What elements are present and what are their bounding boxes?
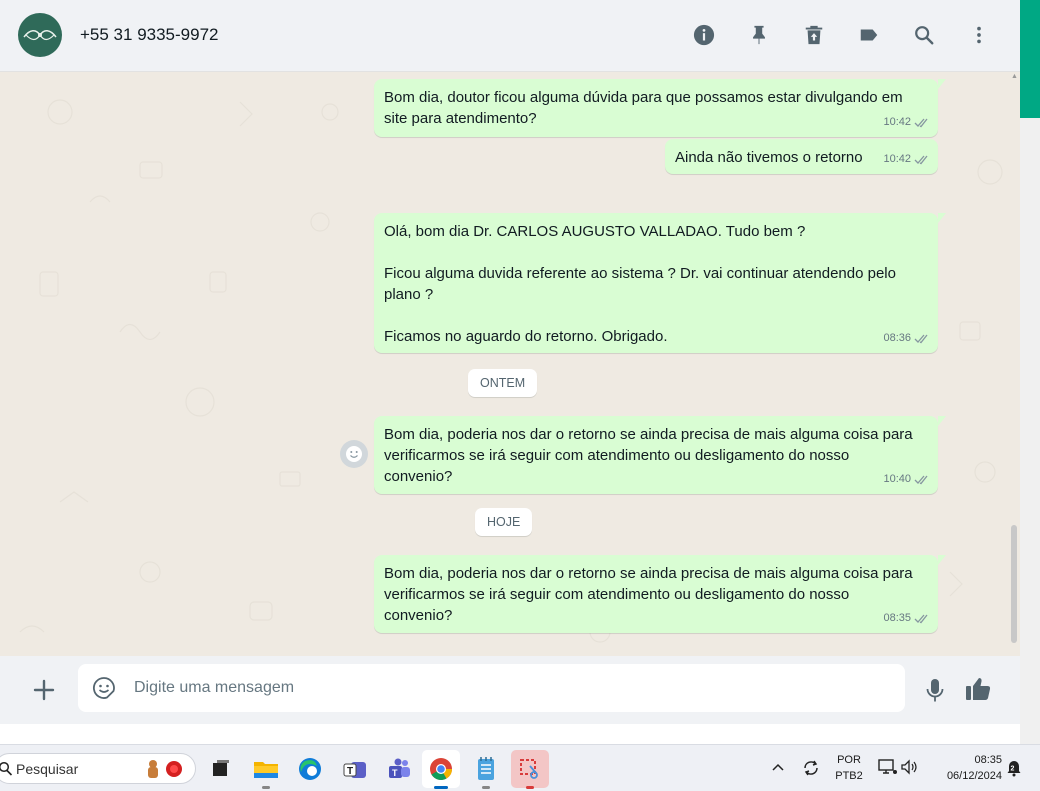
read-ticks-icon [914, 475, 928, 485]
message-text: Olá, bom dia Dr. CARLOS AUGUSTO VALLADAO… [384, 223, 896, 345]
network-icon[interactable] [878, 758, 898, 781]
message-time: 08:35 [883, 612, 911, 624]
menu-icon[interactable] [966, 22, 992, 48]
sync-icon[interactable] [800, 757, 822, 784]
message-text: Bom dia, doutor ficou alguma dúvida para… [384, 89, 903, 127]
search-icon [0, 761, 13, 776]
info-icon[interactable] [691, 22, 717, 48]
clock-time[interactable]: 08:35 [930, 754, 1002, 766]
pin-icon[interactable] [746, 22, 772, 48]
search-label: Pesquisar [16, 761, 79, 777]
read-ticks-icon [914, 614, 928, 624]
message-meta: 08:35 [883, 608, 930, 629]
chevron-up-icon[interactable] [770, 759, 786, 780]
bubble-tail [938, 213, 946, 223]
message-text: Bom dia, poderia nos dar o retorno se ai… [384, 565, 913, 624]
file-explorer-icon[interactable] [247, 750, 285, 789]
clock-date[interactable]: 06/12/2024 [930, 770, 1002, 782]
snipping-tool-icon[interactable] [511, 750, 549, 789]
page-scrollbar-thumb[interactable] [1020, 0, 1040, 118]
volume-icon[interactable] [900, 759, 918, 780]
message-meta: 10:40 [883, 469, 930, 490]
read-ticks-icon [914, 334, 928, 344]
contact-name[interactable]: +55 31 9335-9972 [80, 25, 219, 45]
read-ticks-icon [914, 155, 928, 165]
message-input-box[interactable] [78, 664, 905, 712]
windows-taskbar: Pesquisar T T POR PTB2 08:35 06/12/2024 … [0, 744, 1040, 791]
svg-text:T: T [392, 768, 398, 778]
search-icon[interactable] [911, 22, 937, 48]
read-ticks-icon [914, 118, 928, 128]
message-meta: 10:42 [883, 112, 930, 133]
message-time: 10:42 [883, 153, 911, 165]
bubble-tail [938, 555, 946, 565]
language-indicator-top[interactable]: POR [830, 754, 868, 766]
message-bubble-outgoing[interactable]: Bom dia, poderia nos dar o retorno se ai… [374, 416, 946, 494]
plus-icon [33, 679, 55, 701]
message-list[interactable]: Bom dia, doutor ficou alguma dúvida para… [0, 72, 1020, 656]
chrome-icon[interactable] [422, 750, 460, 789]
message-meta: 08:36 [883, 328, 930, 349]
chat-header: +55 31 9335-9972 [0, 0, 1020, 72]
teams-work-icon[interactable]: T [336, 750, 374, 788]
delete-icon[interactable] [801, 22, 827, 48]
bubble-tail [938, 416, 946, 426]
running-indicator [482, 786, 490, 789]
sticker-icon[interactable] [92, 676, 116, 700]
language-indicator-bottom[interactable]: PTB2 [830, 770, 868, 782]
message-bubble-outgoing[interactable]: Bom dia, poderia nos dar o retorno se ai… [374, 555, 946, 633]
message-input[interactable] [134, 664, 884, 712]
emoji-reaction-icon[interactable] [340, 440, 368, 468]
running-indicator [262, 786, 270, 789]
notification-icon[interactable]: 2 [1006, 759, 1022, 782]
message-meta: 10:42 [883, 149, 930, 170]
message-time: 10:42 [883, 116, 911, 128]
chat-scrollbar-thumb[interactable] [1011, 525, 1017, 643]
task-view-icon[interactable] [202, 750, 240, 788]
message-bubble-outgoing[interactable]: Olá, bom dia Dr. CARLOS AUGUSTO VALLADAO… [374, 213, 946, 353]
message-bubble-outgoing[interactable]: Bom dia, doutor ficou alguma dúvida para… [374, 79, 946, 137]
gingerbread-icon [148, 760, 182, 778]
attach-button[interactable] [30, 676, 58, 704]
active-indicator [434, 786, 448, 789]
label-icon[interactable] [856, 22, 882, 48]
mic-icon[interactable] [922, 676, 948, 704]
message-text: Bom dia, poderia nos dar o retorno se ai… [384, 426, 913, 485]
composer [0, 656, 1020, 724]
taskbar-search[interactable]: Pesquisar [0, 753, 196, 784]
edge-icon[interactable] [291, 750, 329, 788]
date-chip-today: HOJE [475, 508, 533, 536]
avatar[interactable] [18, 13, 62, 57]
svg-text:T: T [347, 766, 353, 777]
teams-icon[interactable]: T [380, 750, 418, 788]
message-time: 08:36 [883, 332, 911, 344]
thumbs-up-icon[interactable] [963, 674, 993, 704]
bubble-tail [938, 79, 946, 89]
message-bubble-outgoing[interactable]: Ainda não tivemos o retorno 10:42 [665, 139, 938, 174]
scroll-up-arrow-icon[interactable]: ▲ [1011, 73, 1018, 80]
notepad-icon[interactable] [467, 750, 505, 789]
message-time: 10:40 [883, 473, 911, 485]
whatsapp-window: +55 31 9335-9972 Bom dia, doutor ficou a… [0, 0, 1020, 724]
running-indicator [526, 786, 534, 789]
date-chip-yesterday: ONTEM [468, 369, 538, 397]
svg-text:2: 2 [1011, 766, 1015, 773]
